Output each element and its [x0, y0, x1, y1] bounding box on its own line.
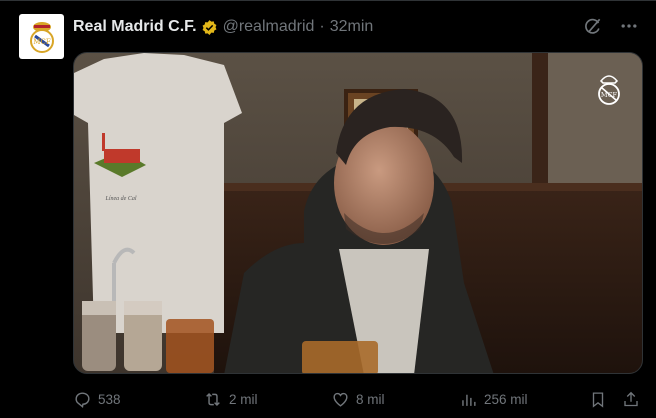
- reply-count: 538: [98, 391, 121, 407]
- tweet-header: Real Madrid C.F. @realmadrid · 32min: [73, 17, 373, 37]
- real-madrid-crest-icon: MCF: [29, 21, 54, 53]
- timestamp[interactable]: 32min: [330, 18, 374, 36]
- views-icon: [462, 394, 476, 406]
- share-icon: [624, 391, 638, 406]
- action-bar: 538 2 mil 8 mil 256 mil: [73, 387, 643, 411]
- bookmark-button[interactable]: [589, 390, 607, 409]
- heart-icon: [333, 392, 348, 407]
- real-madrid-watermark-icon: MCF: [596, 73, 622, 107]
- like-button[interactable]: 8 mil: [331, 390, 385, 409]
- reply-icon: [75, 391, 90, 408]
- bookmark-icon: [592, 391, 604, 408]
- display-name[interactable]: Real Madrid C.F.: [73, 18, 197, 36]
- repost-button[interactable]: 2 mil: [203, 390, 258, 409]
- separator: ·: [319, 18, 325, 35]
- tweet[interactable]: MCF Real Madrid C.F. @realmadrid · 32min: [0, 0, 656, 418]
- avatar[interactable]: MCF: [19, 14, 64, 59]
- more-icon[interactable]: [618, 15, 640, 37]
- top-right-icons: [582, 15, 640, 37]
- views-count: 256 mil: [484, 391, 528, 407]
- repost-count: 2 mil: [229, 391, 258, 407]
- svg-text:MCF: MCF: [33, 38, 51, 46]
- handle[interactable]: @realmadrid: [223, 18, 315, 36]
- like-count: 8 mil: [356, 391, 385, 407]
- grok-icon[interactable]: [582, 15, 604, 37]
- svg-text:MCF: MCF: [601, 91, 618, 99]
- share-button[interactable]: [622, 390, 640, 409]
- video-frame: 19: [74, 53, 642, 373]
- media-video[interactable]: 19 Línea de Cal MCF: [73, 52, 643, 374]
- views-button[interactable]: 256 mil: [459, 390, 528, 409]
- repost-icon: [206, 392, 220, 406]
- tshirt-caption: Línea de Cal: [105, 196, 137, 202]
- reply-button[interactable]: 538: [73, 390, 121, 409]
- verified-badge-icon[interactable]: [201, 19, 218, 36]
